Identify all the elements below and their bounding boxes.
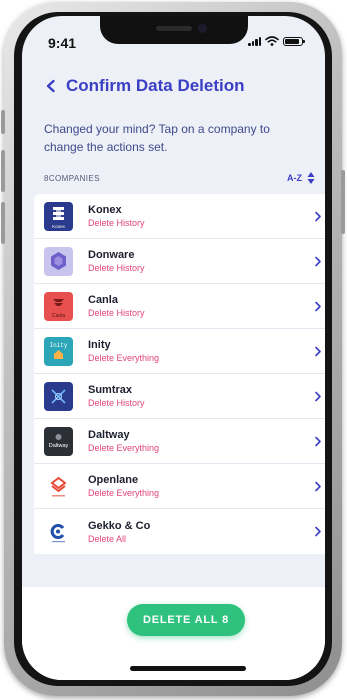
- company-row-konex[interactable]: Konex Konex Delete History: [34, 194, 325, 239]
- company-action: Delete History: [88, 308, 145, 318]
- page-title: Confirm Data Deletion: [66, 76, 245, 95]
- sumtrax-logo: [44, 381, 73, 411]
- company-action: Delete History: [88, 263, 145, 273]
- company-row-openlane[interactable]: Openlane Delete Everything: [34, 464, 325, 509]
- battery-icon: [283, 36, 305, 46]
- company-name: Daltway: [88, 429, 130, 441]
- chevron-right-icon: [315, 256, 321, 267]
- company-action: Delete Everything: [88, 488, 160, 498]
- company-action: Delete History: [88, 398, 145, 408]
- company-name: Donware: [88, 249, 135, 261]
- company-row-canla[interactable]: Canla Canla Delete History: [34, 284, 325, 329]
- page-subtitle: Changed your mind? Tap on a company to c…: [44, 122, 270, 154]
- chevron-right-icon: [315, 346, 321, 357]
- side-button-left-1: [1, 110, 5, 134]
- side-button-right: [341, 170, 345, 234]
- companies-count-label: 8COMPANIES: [44, 174, 100, 183]
- donware-logo-mark: [51, 251, 66, 270]
- donware-logo: [44, 246, 73, 276]
- home-indicator: [130, 666, 246, 671]
- company-list: Konex Konex Delete History Donware Delet…: [34, 194, 325, 554]
- sumtrax-logo-mark: [51, 388, 66, 404]
- company-row-daltway[interactable]: Daltway Daltway Delete Everything: [34, 419, 325, 464]
- chevron-right-icon: [315, 436, 321, 447]
- page-header: Confirm Data Deletion: [44, 76, 245, 96]
- notch: [100, 16, 248, 44]
- status-time: 9:41: [48, 35, 77, 51]
- company-row-inity[interactable]: Inity Inity Delete Everything: [34, 329, 325, 374]
- side-button-left-2: [1, 150, 5, 192]
- speaker: [156, 26, 192, 31]
- company-name: Inity: [88, 339, 111, 351]
- konex-logo-text: Konex: [52, 223, 65, 229]
- canla-logo-text: Canla: [51, 312, 66, 319]
- inity-logo: Inity: [44, 336, 73, 366]
- company-name: Sumtrax: [88, 384, 133, 396]
- chevron-right-icon: [315, 211, 321, 222]
- sort-label: A-Z: [287, 173, 302, 183]
- delete-all-button[interactable]: DELETE ALL 8: [127, 604, 245, 636]
- canla-logo: Canla: [44, 291, 73, 321]
- openlane-logo-mark: [50, 476, 67, 496]
- company-action: Delete Everything: [88, 443, 160, 453]
- daltway-logo-text: Daltway: [48, 442, 69, 449]
- company-action: Delete History: [88, 218, 145, 228]
- inity-logo-text: Inity: [49, 341, 68, 349]
- signal-icon: [248, 36, 261, 46]
- chevron-right-icon: [315, 526, 321, 537]
- status-icons: [248, 36, 305, 46]
- company-name: Openlane: [88, 474, 139, 486]
- company-name: Gekko & Co: [88, 519, 151, 532]
- chevron-right-icon: [315, 301, 321, 312]
- side-button-left-3: [1, 202, 5, 244]
- camera: [198, 24, 207, 33]
- company-name: Canla: [88, 294, 118, 306]
- phone-screen: 9:41 Confirm Data Deletion Changed your …: [22, 16, 325, 680]
- sort-arrows-icon: [307, 172, 315, 184]
- gekko-logo: [44, 517, 73, 546]
- chevron-right-icon: [315, 481, 321, 492]
- chevron-right-icon: [315, 391, 321, 402]
- company-row-gekko[interactable]: Gekko & Co Delete All: [34, 509, 325, 554]
- gekko-logo-mark: [50, 524, 65, 543]
- openlane-logo: [44, 471, 73, 501]
- back-chevron-icon[interactable]: [44, 79, 58, 93]
- konex-logo: Konex: [44, 201, 73, 231]
- wifi-icon: [265, 36, 279, 46]
- company-name: Konex: [88, 204, 122, 216]
- sort-toggle[interactable]: A-Z: [287, 171, 315, 185]
- company-row-sumtrax[interactable]: Sumtrax Delete History: [34, 374, 325, 419]
- company-action: Delete All: [88, 533, 127, 544]
- company-action: Delete Everything: [88, 353, 160, 363]
- daltway-logo-mark: [55, 433, 62, 440]
- company-row-donware[interactable]: Donware Delete History: [34, 239, 325, 284]
- daltway-logo: Daltway: [44, 426, 73, 456]
